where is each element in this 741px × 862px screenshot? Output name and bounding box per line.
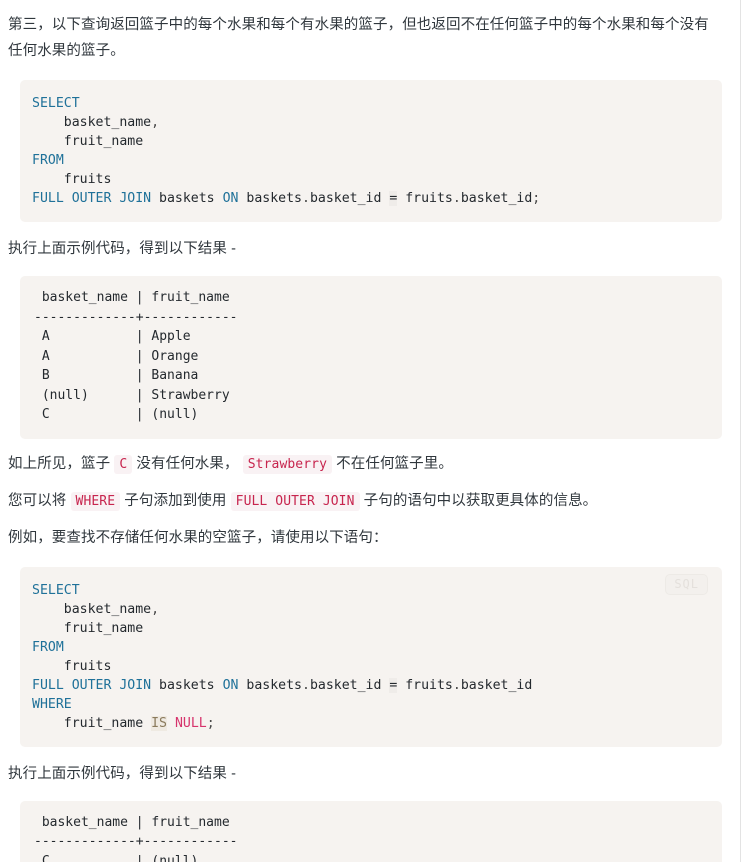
code-lines-2: SELECT basket_name, fruit_name FROM fruit… <box>32 581 706 733</box>
result-line: basket_name | fruit_name <box>34 290 230 305</box>
where-paragraph: 您可以将 WHERE 子句添加到使用 FULL OUTER JOIN 子句的语句… <box>8 488 726 515</box>
code-token: fruit_name <box>32 620 144 636</box>
code-line: FROM <box>32 638 706 657</box>
observation-paragraph: 如上所见，篮子 C 没有任何水果， Strawberry 不在任何篮子里。 <box>8 451 726 478</box>
code-token: basket_id <box>309 191 390 206</box>
code-token: . <box>301 677 310 693</box>
sql-language-badge: SQL <box>665 573 708 595</box>
code-token: SELECT <box>32 582 80 598</box>
result-lines-2: basket_name | fruit_name -------------+--… <box>34 813 706 862</box>
code-token: baskets <box>151 191 223 206</box>
result-caption-block-1: 执行上面示例代码，得到以下结果 - <box>8 232 726 268</box>
intro-paragraph-block: 第三，以下查询返回篮子中的每个水果和每个有水果的篮子，但也返回不在任何篮子中的每… <box>8 8 726 70</box>
observation-suffix: 不在任何篮子里。 <box>332 455 453 472</box>
code-token: baskets <box>238 677 302 693</box>
code-token: . <box>452 191 461 206</box>
where-paragraph-block: 您可以将 WHERE 子句添加到使用 FULL OUTER JOIN 子句的语句… <box>8 484 726 521</box>
code-token: ; <box>532 191 541 206</box>
result-line: C | (null) <box>34 407 199 422</box>
code-token: fruits <box>397 191 453 206</box>
inline-code-where: WHERE <box>70 491 121 511</box>
code-line: fruits <box>32 170 706 189</box>
observation-prefix: 如上所见，篮子 <box>8 455 115 472</box>
code-token: fruits <box>32 172 112 187</box>
code-token: basket_name <box>32 115 152 130</box>
code-line: FROM <box>32 151 706 170</box>
query-result-block-2: basket_name | fruit_name -------------+--… <box>20 800 722 862</box>
where-prefix: 您可以将 <box>8 492 71 509</box>
code-line: basket_name, <box>32 600 706 619</box>
query-result-block-1: basket_name | fruit_name -------------+--… <box>20 276 722 439</box>
sql-code-block-2[interactable]: SQL SELECT basket_name, fruit_name FROM f… <box>20 566 722 747</box>
code-token: IS <box>151 715 167 731</box>
code-token: SELECT <box>32 96 80 111</box>
code-token: basket_name <box>32 601 152 617</box>
result-line: -------------+------------ <box>34 834 238 849</box>
code-line: FULL OUTER JOIN baskets ON baskets.baske… <box>32 189 706 208</box>
code-line: SELECT <box>32 581 706 600</box>
result-line: B | Banana <box>34 368 199 383</box>
where-mid: 子句添加到使用 <box>120 492 231 509</box>
result-line: A | Apple <box>34 329 191 344</box>
observation-mid: 没有任何水果， <box>132 455 243 472</box>
code-line: FULL OUTER JOIN baskets ON baskets.baske… <box>32 676 706 695</box>
code-token: baskets <box>238 191 302 206</box>
result-line: (null) | Strawberry <box>34 387 230 403</box>
result-line: -------------+------------ <box>34 309 238 325</box>
result-lines-1: basket_name | fruit_name -------------+--… <box>34 288 706 425</box>
code-token: NULL <box>174 715 207 731</box>
code-token: , <box>151 601 160 617</box>
inline-code-strawberry: Strawberry <box>242 454 333 474</box>
inline-code-full-outer-join: FULL OUTER JOIN <box>230 491 360 511</box>
code-token: ; <box>206 715 215 731</box>
example-lead-paragraph: 例如，要查找不存储任何水果的空篮子，请使用以下语句： <box>8 529 388 546</box>
code-token: . <box>301 191 310 206</box>
result-line: basket_name | fruit_name <box>34 814 230 830</box>
inline-code-basket-c: C <box>114 454 133 474</box>
code-line: WHERE <box>32 695 706 714</box>
result-caption-2: 执行上面示例代码，得到以下结果 - <box>8 765 237 782</box>
result-caption-1: 执行上面示例代码，得到以下结果 - <box>8 241 237 257</box>
code-line: SELECT <box>32 94 706 113</box>
result-line: C | (null) <box>34 853 199 862</box>
code-token: fruit_name <box>32 134 144 149</box>
sql-code-block-1[interactable]: SELECT basket_name, fruit_name FROM fruit… <box>20 80 722 222</box>
article-page: 第三，以下查询返回篮子中的每个水果和每个有水果的篮子，但也返回不在任何篮子中的每… <box>0 0 741 862</box>
code-token: ON <box>222 677 239 693</box>
code-token: . <box>452 677 461 693</box>
code-lines-1: SELECT basket_name, fruit_name FROM fruit… <box>32 94 706 208</box>
result-line: A | Orange <box>34 348 199 364</box>
code-token: ON <box>222 191 239 206</box>
code-token: FULL OUTER JOIN <box>32 677 152 693</box>
code-token: , <box>151 115 160 130</box>
code-token: basket_id <box>460 677 533 693</box>
code-token: fruit_name <box>32 715 152 731</box>
code-line: fruits <box>32 657 706 676</box>
example-lead-block: 例如，要查找不存储任何水果的空篮子，请使用以下语句： <box>8 521 726 557</box>
code-token: basket_id <box>309 677 390 693</box>
code-token: FROM <box>32 153 64 168</box>
code-token: FROM <box>32 639 64 655</box>
code-token: WHERE <box>32 696 72 712</box>
result-caption-block-2: 执行上面示例代码，得到以下结果 - <box>8 757 726 793</box>
code-line: basket_name, <box>32 113 706 132</box>
code-token: fruits <box>397 677 453 693</box>
code-token: FULL OUTER JOIN <box>32 191 152 206</box>
code-token: baskets <box>151 677 223 693</box>
article-content: 第三，以下查询返回篮子中的每个水果和每个有水果的篮子，但也返回不在任何篮子中的每… <box>0 0 740 862</box>
intro-paragraph: 第三，以下查询返回篮子中的每个水果和每个有水果的篮子，但也返回不在任何篮子中的每… <box>8 17 709 59</box>
code-token: basket_id <box>460 191 533 206</box>
code-line: fruit_name IS NULL; <box>32 714 706 733</box>
code-line: fruit_name <box>32 619 706 638</box>
code-line: fruit_name <box>32 132 706 151</box>
where-suffix: 子句的语句中以获取更具体的信息。 <box>359 492 598 509</box>
observation-paragraph-block: 如上所见，篮子 C 没有任何水果， Strawberry 不在任何篮子里。 <box>8 447 726 484</box>
code-token: fruits <box>32 658 112 674</box>
